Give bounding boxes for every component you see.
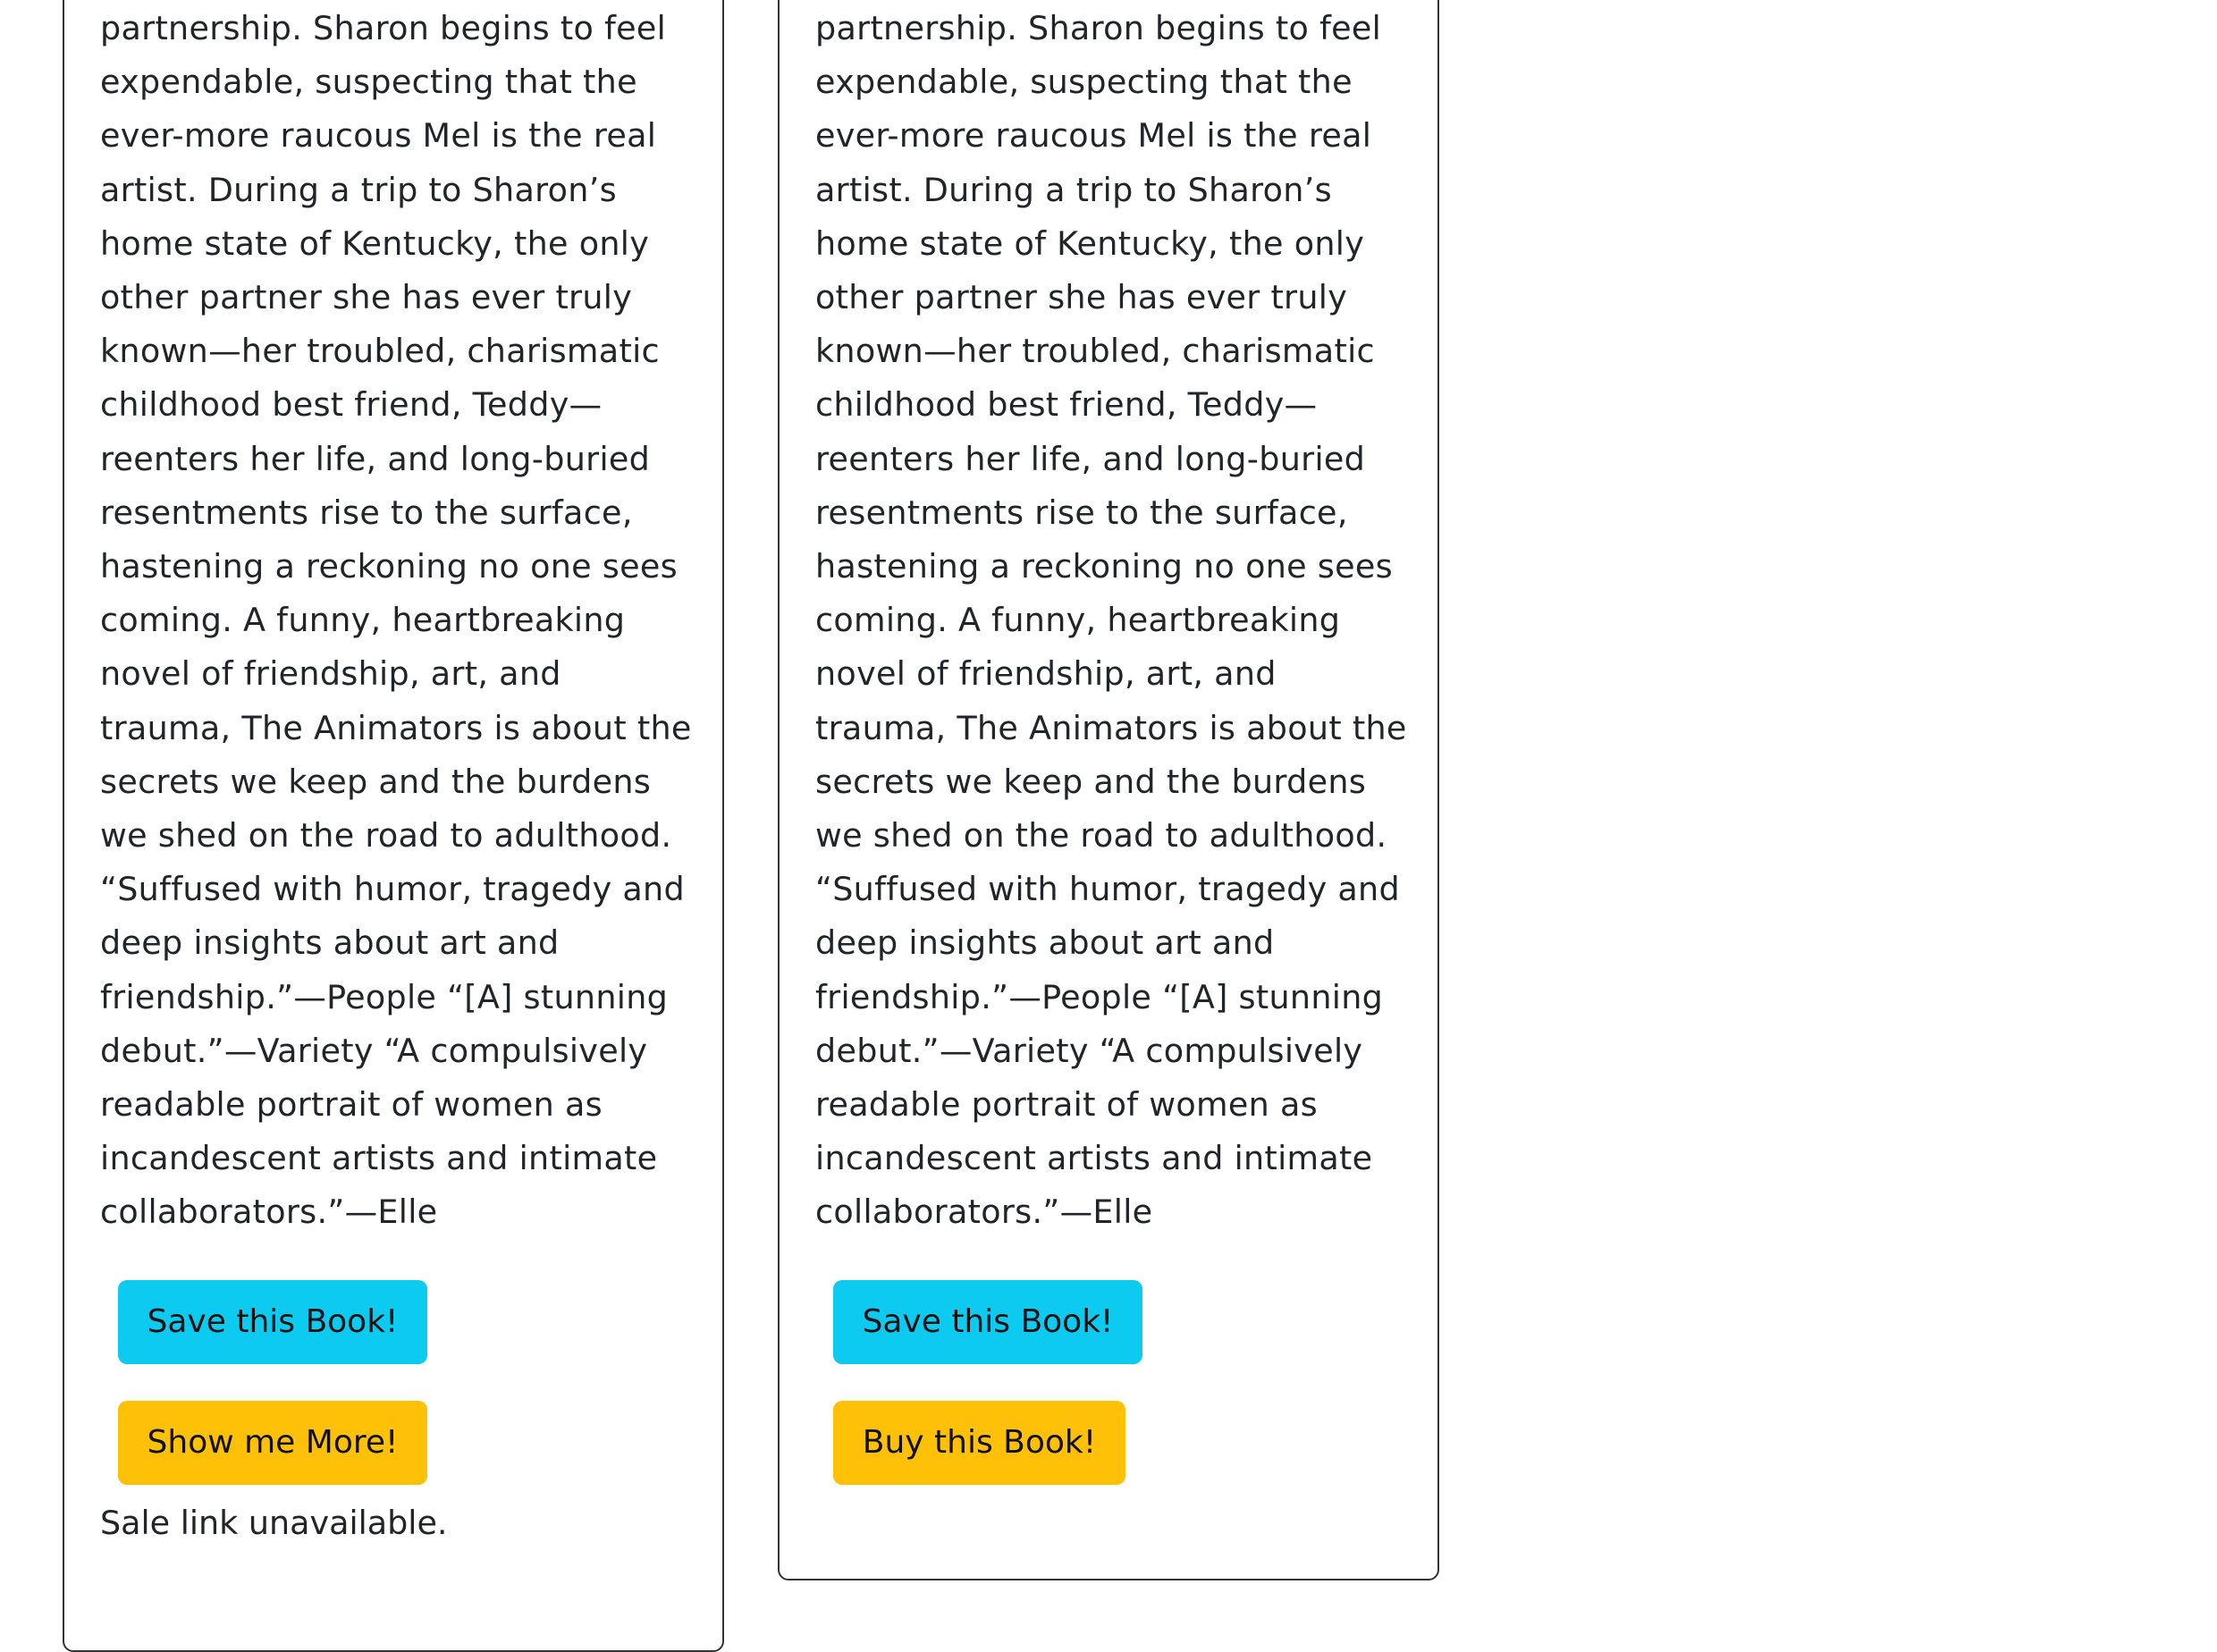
description-line: trauma, The Animators is about the (815, 708, 1407, 747)
description-line: friendship.”—People “[A] stunning (815, 977, 1384, 1016)
description-line: expendable, suspecting that the (815, 63, 1353, 102)
description-line: reenters her life, and long-buried (100, 439, 651, 478)
description-line: other partner she has ever truly (100, 278, 633, 317)
description-line: trauma, The Animators is about the (100, 708, 692, 747)
description-line: “Suffused with humor, tragedy and (100, 870, 685, 909)
description-line: hastening a reckoning no one sees (815, 547, 1393, 586)
description-line: known—her troubled, charismatic (815, 332, 1375, 371)
description-line: “Suffused with humor, tragedy and (815, 870, 1400, 909)
description-line: novel of friendship, art, and (100, 654, 561, 694)
description-line: childhood best friend, Teddy— (815, 385, 1318, 425)
description-line: collaborators.”—Elle (100, 1193, 438, 1232)
description-line: artist. During a trip to Sharon’s (815, 170, 1332, 209)
description-line: debut.”—Variety “A compulsively (100, 1031, 648, 1070)
description-line: partnership. Sharon begins to feel (100, 9, 667, 47)
book-card: partnership. Sharon begins to feel expen… (778, 0, 1439, 1580)
description-line: readable portrait of women as (815, 1085, 1318, 1125)
book-description: partnership. Sharon begins to feel expen… (100, 2, 692, 1240)
description-line: deep insights about art and (100, 923, 560, 963)
description-line: artist. During a trip to Sharon’s (100, 170, 617, 209)
description-line: incandescent artists and intimate (815, 1139, 1373, 1178)
description-line: hastening a reckoning no one sees (100, 547, 678, 586)
description-line: coming. A funny, heartbreaking (815, 601, 1341, 640)
sale-link-unavailable-text: Sale link unavailable. (100, 1504, 448, 1542)
description-line: other partner she has ever truly (815, 278, 1348, 317)
description-line: coming. A funny, heartbreaking (100, 601, 626, 640)
description-line: debut.”—Variety “A compulsively (815, 1031, 1363, 1070)
description-line: readable portrait of women as (100, 1085, 603, 1125)
save-book-button[interactable]: Save this Book! (118, 1280, 427, 1364)
description-line: incandescent artists and intimate (100, 1139, 658, 1178)
description-line: childhood best friend, Teddy— (100, 385, 603, 425)
book-card: partnership. Sharon begins to feel expen… (63, 0, 724, 1652)
book-description: partnership. Sharon begins to feel expen… (815, 2, 1407, 1240)
description-line: partnership. Sharon begins to feel (815, 9, 1382, 47)
description-line: expendable, suspecting that the (100, 63, 637, 102)
description-line: ever-more raucous Mel is the real (100, 116, 657, 156)
description-line: deep insights about art and (815, 923, 1275, 963)
description-line: home state of Kentucky, the only (100, 223, 650, 263)
description-line: known—her troubled, charismatic (100, 332, 660, 371)
description-line: secrets we keep and the burdens (815, 762, 1367, 801)
description-line: resentments rise to the surface, (100, 493, 633, 532)
description-line: ever-more raucous Mel is the real (815, 116, 1372, 156)
description-line: home state of Kentucky, the only (815, 223, 1365, 263)
description-line: we shed on the road to adulthood. (100, 816, 672, 856)
description-line: friendship.”—People “[A] stunning (100, 977, 669, 1016)
description-line: novel of friendship, art, and (815, 654, 1277, 694)
description-line: resentments rise to the surface, (815, 493, 1348, 532)
show-more-button[interactable]: Show me More! (118, 1401, 427, 1485)
description-line: reenters her life, and long-buried (815, 439, 1366, 478)
save-book-button[interactable]: Save this Book! (833, 1280, 1142, 1364)
buy-book-button[interactable]: Buy this Book! (833, 1401, 1125, 1485)
description-line: we shed on the road to adulthood. (815, 816, 1387, 856)
description-line: collaborators.”—Elle (815, 1193, 1153, 1232)
description-line: secrets we keep and the burdens (100, 762, 652, 801)
